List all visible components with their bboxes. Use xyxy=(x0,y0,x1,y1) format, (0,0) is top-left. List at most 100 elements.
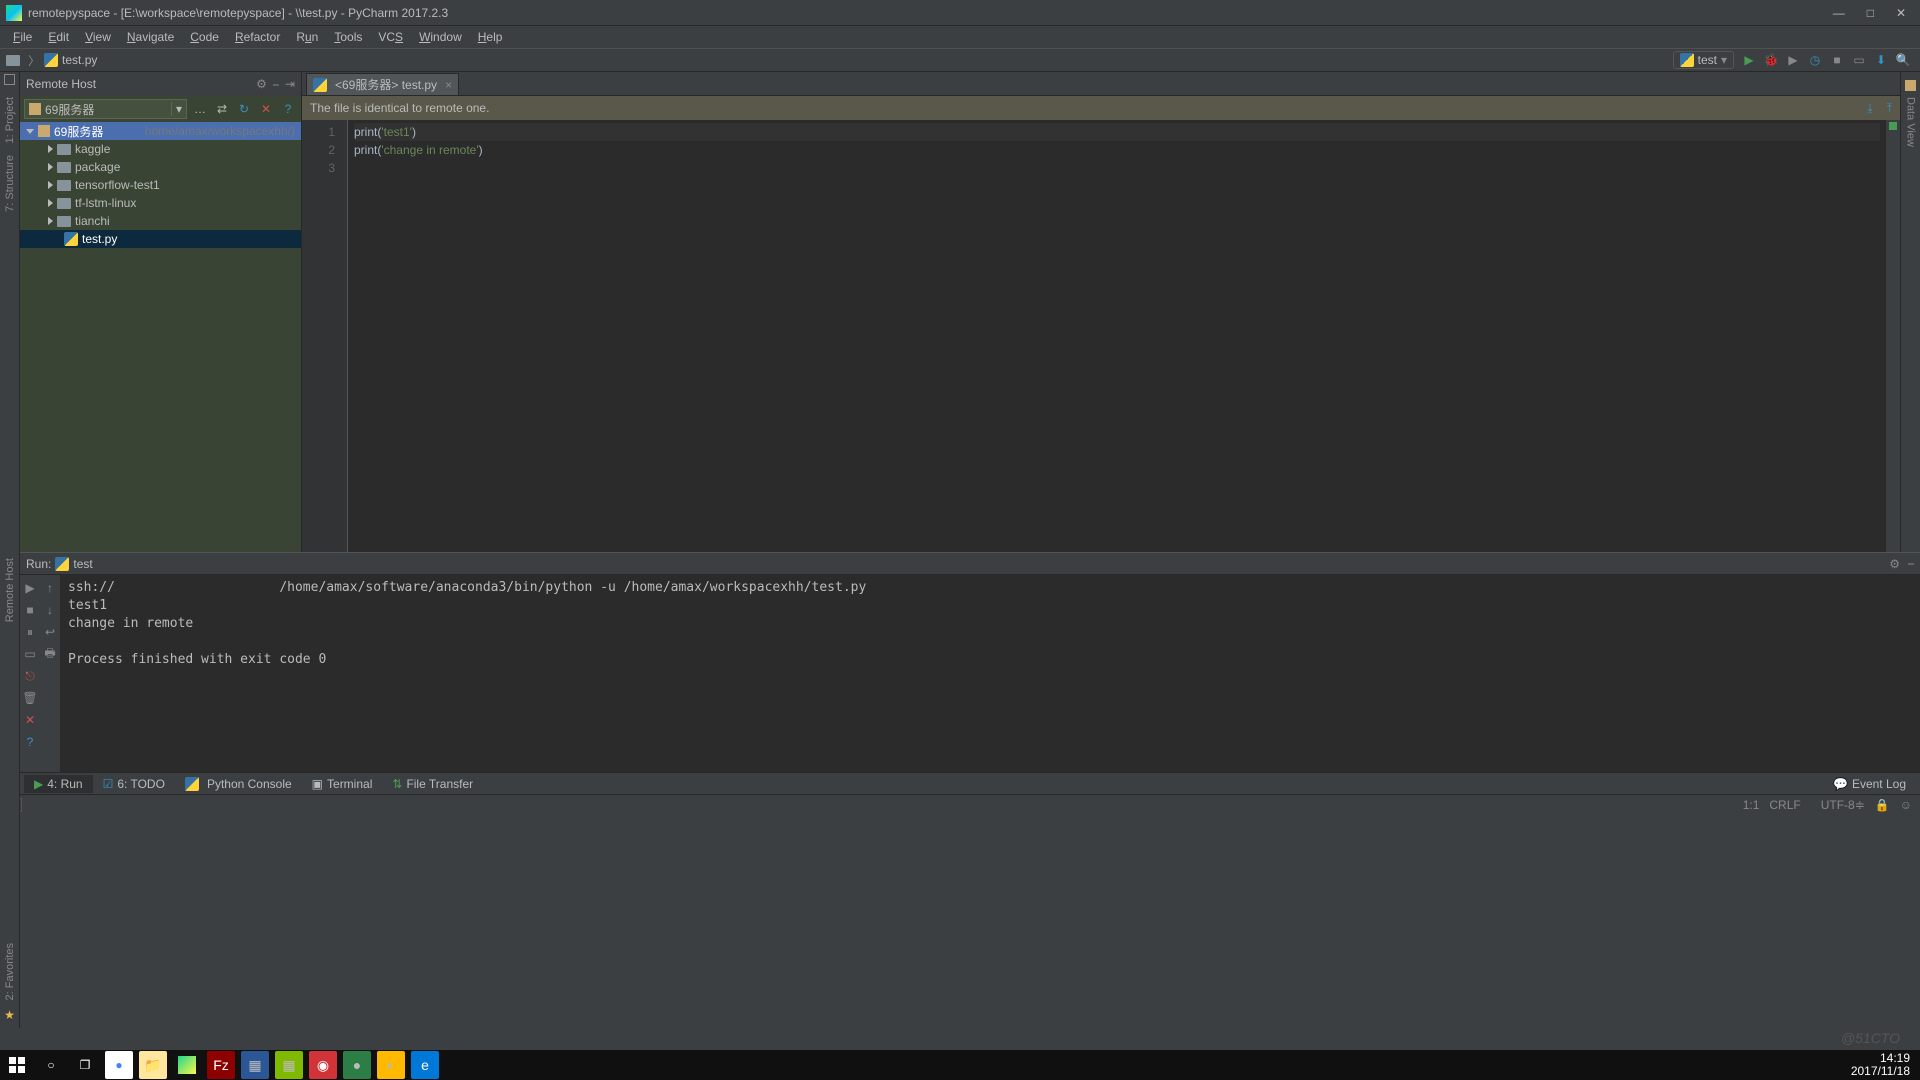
taskbar-chrome[interactable]: ● xyxy=(105,1051,133,1079)
close-button[interactable]: ✕ xyxy=(1896,6,1906,20)
close-button[interactable]: ✕ xyxy=(21,711,39,729)
project-tool-icon[interactable] xyxy=(4,74,15,85)
expand-icon[interactable] xyxy=(48,199,53,207)
menu-refactor[interactable]: Refactor xyxy=(228,28,287,46)
dots-tool-icon[interactable]: … xyxy=(191,102,209,116)
inspections-icon[interactable]: ☺ xyxy=(1900,798,1912,812)
help-icon[interactable]: ? xyxy=(279,102,297,116)
expand-icon[interactable] xyxy=(48,181,53,189)
project-tool-label[interactable]: 1: Project xyxy=(4,97,16,143)
stop-button[interactable]: ■ xyxy=(1828,51,1846,69)
profile-button[interactable]: ◷ xyxy=(1806,51,1824,69)
server-selector[interactable]: 69服务器 ▾ xyxy=(24,99,187,119)
taskview-button[interactable]: ❐ xyxy=(68,1050,102,1080)
menu-view[interactable]: View xyxy=(78,28,118,46)
layout-button[interactable]: ▭ xyxy=(21,645,39,663)
exit-button[interactable]: ⎋ xyxy=(21,667,39,685)
editor-scroll[interactable] xyxy=(1886,120,1900,552)
down-button[interactable]: ↓ xyxy=(41,601,59,619)
remote-file-tree[interactable]: 69服务器 home/amax/workspacexhh/) kaggle pa… xyxy=(20,122,301,552)
run-output[interactable]: ssh:// /home/amax/software/anaconda3/bin… xyxy=(60,575,1920,772)
code-text[interactable]: print('test1')print('change in remote') xyxy=(348,120,1886,552)
tree-folder[interactable]: package xyxy=(20,158,301,176)
taskbar-pycharm[interactable] xyxy=(173,1051,201,1079)
tab-run[interactable]: ▶4: Run xyxy=(24,775,93,793)
taskbar-app[interactable]: ▦ xyxy=(275,1051,303,1079)
menu-code[interactable]: Code xyxy=(183,28,226,46)
menu-vcs[interactable]: VCS xyxy=(371,28,410,46)
search-button[interactable]: 🔍 xyxy=(1894,51,1912,69)
diff-tool-icon[interactable]: ⇄ xyxy=(213,102,231,116)
caret-position[interactable]: 1:1 xyxy=(1743,798,1760,812)
taskbar-app[interactable]: ◉ xyxy=(309,1051,337,1079)
tab-event-log[interactable]: 💬Event Log xyxy=(1823,775,1916,793)
cortana-button[interactable]: ○ xyxy=(34,1050,68,1080)
menu-window[interactable]: Window xyxy=(412,28,469,46)
menu-edit[interactable]: Edit xyxy=(41,28,76,46)
taskbar-clock[interactable]: 14:19 2017/11/18 xyxy=(1841,1052,1920,1078)
upload-icon[interactable]: ⤒ xyxy=(1887,101,1892,116)
run-coverage-button[interactable]: ▶ xyxy=(1784,51,1802,69)
menu-tools[interactable]: Tools xyxy=(327,28,369,46)
breadcrumb-file[interactable]: test.py xyxy=(62,53,97,67)
menu-file[interactable]: File xyxy=(6,28,39,46)
structure-tool-label[interactable]: 7: Structure xyxy=(4,155,16,212)
download-icon[interactable]: ⤓ xyxy=(1867,101,1872,116)
pause-button[interactable]: ⏸ xyxy=(21,623,39,641)
expand-icon[interactable] xyxy=(48,217,53,225)
taskbar-app[interactable]: ◐ xyxy=(377,1051,405,1079)
tab-todo[interactable]: ☑6: TODO xyxy=(93,775,175,793)
star-icon[interactable]: ★ xyxy=(4,1008,15,1022)
tab-python-console[interactable]: Python Console xyxy=(175,775,302,793)
minimize-button[interactable]: — xyxy=(1833,6,1845,20)
taskbar-app[interactable]: ● xyxy=(343,1051,371,1079)
run-config-selector[interactable]: test ▾ xyxy=(1673,51,1734,69)
up-button[interactable]: ↑ xyxy=(41,579,59,597)
softwrap-button[interactable]: ↩ xyxy=(41,623,59,641)
taskbar-filezilla[interactable]: Fz xyxy=(207,1051,235,1079)
tab-close-icon[interactable]: × xyxy=(445,78,452,92)
tree-folder[interactable]: tf-lstm-linux xyxy=(20,194,301,212)
rerun-button[interactable]: ▶ xyxy=(21,579,39,597)
expand-icon[interactable] xyxy=(48,145,53,153)
panel-settings-icon[interactable]: ⚙ xyxy=(256,77,267,91)
remotehost-tool-label[interactable]: Remote Host xyxy=(4,558,16,622)
file-encoding[interactable]: UTF-8≑ xyxy=(1811,798,1865,812)
menu-help[interactable]: Help xyxy=(471,28,510,46)
help-button[interactable]: ? xyxy=(21,733,39,751)
readonly-toggle[interactable]: 🔒 xyxy=(1875,798,1890,812)
trash-button[interactable]: 🗑 xyxy=(21,689,39,707)
tree-folder[interactable]: tensorflow-test1 xyxy=(20,176,301,194)
taskbar-app[interactable]: ▦ xyxy=(241,1051,269,1079)
editor-tab[interactable]: <69服务器> test.py × xyxy=(306,73,459,95)
refresh-icon[interactable]: ↻ xyxy=(235,102,253,116)
start-button[interactable] xyxy=(0,1050,34,1080)
dataview-tool-icon[interactable] xyxy=(1905,80,1916,91)
menu-navigate[interactable]: Navigate xyxy=(120,28,181,46)
dataview-tool-label[interactable]: Data View xyxy=(1905,97,1917,147)
taskbar-edge[interactable]: e xyxy=(411,1051,439,1079)
favorites-tool-label[interactable]: 2: Favorites xyxy=(4,943,16,1000)
expand-icon[interactable] xyxy=(26,129,34,134)
tab-file-transfer[interactable]: ⇅File Transfer xyxy=(382,775,483,793)
maximize-button[interactable]: □ xyxy=(1867,6,1874,20)
layout-button[interactable]: ▭ xyxy=(1850,51,1868,69)
disconnect-icon[interactable]: ✕ xyxy=(257,102,275,116)
taskbar-explorer[interactable]: 📁 xyxy=(139,1051,167,1079)
menu-run[interactable]: Run xyxy=(289,28,325,46)
tree-root[interactable]: 69服务器 home/amax/workspacexhh/) xyxy=(20,122,301,140)
line-separator[interactable]: CRLF xyxy=(1769,798,1800,812)
tab-terminal[interactable]: ▣Terminal xyxy=(302,775,383,793)
tree-file-selected[interactable]: test.py xyxy=(20,230,301,248)
expand-icon[interactable] xyxy=(48,163,53,171)
run-button[interactable]: ▶ xyxy=(1740,51,1758,69)
panel-collapse-icon[interactable]: ⇥ xyxy=(285,77,295,91)
panel-hide-icon[interactable]: ⎯ xyxy=(273,77,279,92)
update-button[interactable]: ⬇ xyxy=(1872,51,1890,69)
stop-button[interactable]: ■ xyxy=(21,601,39,619)
tree-folder[interactable]: tianchi xyxy=(20,212,301,230)
print-button[interactable]: 🖶 xyxy=(41,645,59,663)
code-editor[interactable]: 1 2 3 print('test1')print('change in rem… xyxy=(302,120,1900,552)
debug-button[interactable]: 🐞 xyxy=(1762,51,1780,69)
panel-settings-icon[interactable]: ⚙ xyxy=(1889,557,1900,571)
